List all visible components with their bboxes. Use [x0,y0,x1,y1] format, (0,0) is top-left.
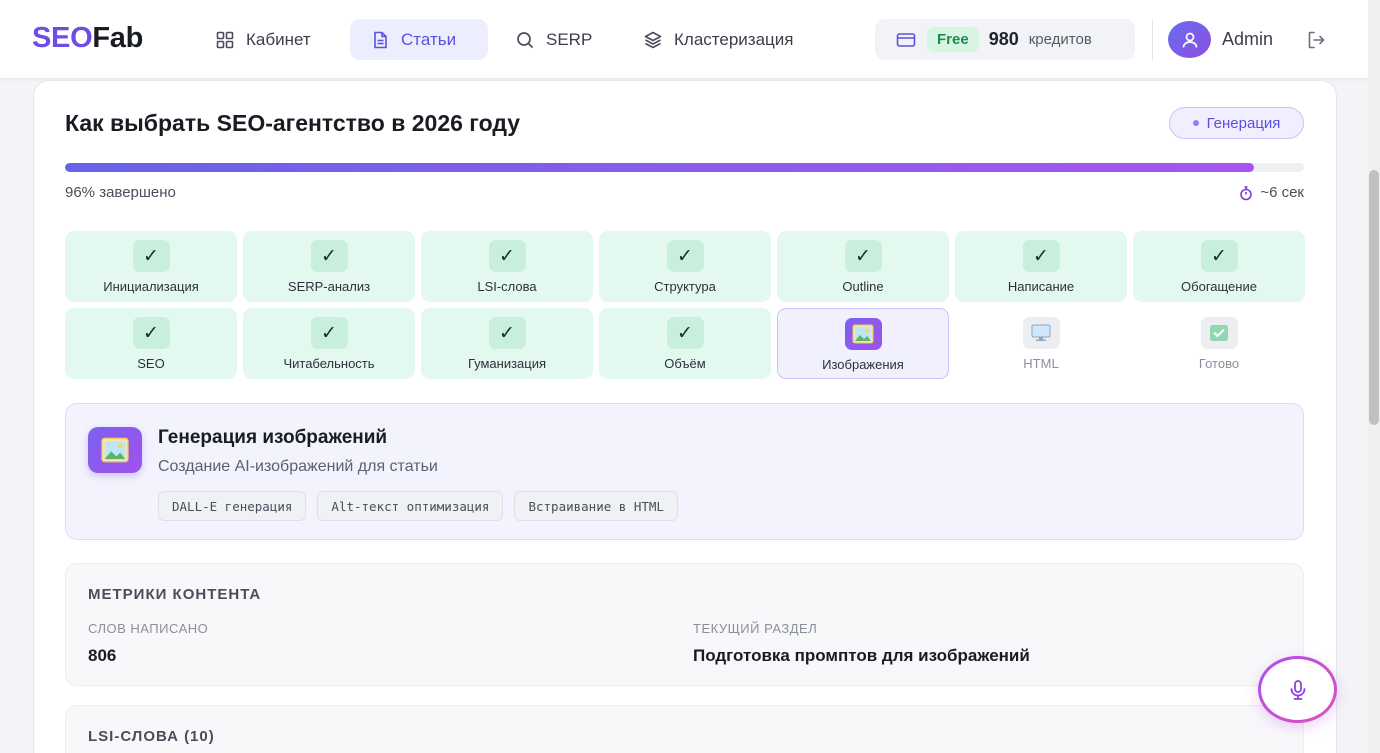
lsi-heading: LSI-СЛОВА (10) [88,728,215,745]
status-badge-label: Генерация [1206,114,1281,132]
step-item: ✓ Обогащение [1133,231,1305,302]
progress-label: 96% завершено [65,184,176,201]
step-item: ✓ Инициализация [65,231,237,302]
step-item: ✓ LSI-слова [421,231,593,302]
check-icon: ✓ [844,240,882,272]
check-icon: ✓ [1200,240,1238,272]
user-icon [1182,32,1197,48]
step-item: ✓ Объём [599,308,771,379]
check-icon: ✓ [1022,240,1060,272]
scrollbar-thumb[interactable] [1369,170,1379,425]
stage-title: Генерация изображений [158,427,388,448]
grid-icon [216,31,234,48]
step-label: SERP-анализ [287,279,371,294]
metrics-heading: МЕТРИКИ КОНТЕНТА [88,586,262,603]
plan-badge: Free [927,27,979,52]
step-label: Структура [654,279,716,294]
nav-item-label: Кабинет [246,29,311,49]
progress-bar [65,163,1304,172]
top-navigation-bar: SEOFab Кабинет Статьи SERP Кластеризация… [0,0,1368,79]
current-section-value: Подготовка промптов для изображений [693,646,1030,665]
monitor-icon [1022,317,1060,349]
image-icon [88,427,142,473]
step-item: ✓ Структура [599,231,771,302]
eta-indicator: ~6 сек [1238,184,1304,201]
credit-card-icon [896,32,916,47]
progress-bar-fill [65,163,1255,172]
step-item: ✓ Написание [955,231,1127,302]
step-label: Написание [1007,279,1075,294]
step-label: Гуманизация [467,356,547,371]
step-label: LSI-слова [477,279,537,294]
step-item: ✓ Гуманизация [421,308,593,379]
pipeline-steps: ✓ Инициализация ✓ SERP-анализ ✓ LSI-слова ✓… [65,231,1305,379]
app-logo[interactable]: SEOFab [32,22,143,55]
page-title: Как выбрать SEO-агентство в 2026 году [65,110,520,136]
check-icon: ✓ [666,240,704,272]
nav-item-dashboard[interactable]: Кабинет [195,19,331,60]
step-item: ✓ SERP-анализ [243,231,415,302]
step-label: Изображения [822,357,904,372]
layers-icon [644,31,662,48]
step-label: Outline [842,279,884,294]
stage-tag: DALL-E генерация [158,491,307,521]
check-icon: ✓ [132,240,170,272]
check-box-icon [1200,317,1238,349]
voice-input-button[interactable] [1258,656,1337,723]
current-stage-panel: Генерация изображений Создание AI-изобра… [65,403,1304,540]
nav-item-articles[interactable]: Статьи [350,19,488,60]
stage-tag: Alt-текст оптимизация [317,491,504,521]
eta-label: ~6 сек [1260,184,1304,201]
check-icon: ✓ [132,317,170,349]
current-section-label: ТЕКУЩИЙ РАЗДЕЛ [693,621,818,636]
step-label: Читабельность [283,356,375,371]
credits-amount: 980 [988,29,1019,49]
logout-icon[interactable] [1305,29,1327,51]
document-icon [374,31,387,48]
check-icon: ✓ [666,317,704,349]
user-name[interactable]: Admin [1222,29,1273,50]
status-badge: Генерация [1169,107,1304,139]
words-written-label: СЛОВ НАПИСАНО [88,621,209,636]
step-item-active: Изображения [777,308,949,379]
step-item: ✓ Outline [777,231,949,302]
step-label: HTML [1023,356,1059,371]
step-item: ✓ SEO [65,308,237,379]
step-item-pending: HTML [955,308,1127,379]
lsi-words-panel: LSI-СЛОВА (10) [65,705,1304,753]
stage-subtitle: Создание AI-изображений для статьи [158,458,438,475]
avatar[interactable] [1168,21,1211,58]
check-icon: ✓ [488,240,526,272]
stopwatch-icon [1240,185,1253,200]
nav-item-label: Статьи [401,29,457,49]
nav-item-serp[interactable]: SERP [495,19,612,60]
step-item: ✓ Читабельность [243,308,415,379]
stage-tags: DALL-E генерация Alt-текст оптимизация В… [158,491,678,521]
credits-balance[interactable]: Free 980 кредитов [875,19,1135,60]
step-label: Готово [1198,356,1240,371]
status-dot [1192,120,1199,126]
nav-item-label: Кластеризация [674,29,794,49]
step-label: Обогащение [1181,279,1257,294]
check-icon: ✓ [310,317,348,349]
header-divider [1152,20,1153,60]
microphone-icon [1290,679,1305,700]
step-label: SEO [137,356,165,371]
content-metrics-panel: МЕТРИКИ КОНТЕНТА СЛОВ НАПИСАНО 806 ТЕКУЩ… [65,563,1304,686]
step-label: Инициализация [103,279,199,294]
check-icon: ✓ [310,240,348,272]
step-label: Объём [664,356,706,371]
nav-item-clustering[interactable]: Кластеризация [623,19,813,60]
image-icon [844,318,882,350]
words-written-value: 806 [88,646,117,665]
search-icon [517,31,534,48]
credits-unit: кредитов [1028,31,1092,48]
nav-item-label: SERP [546,29,593,49]
step-item-pending: Готово [1133,308,1305,379]
check-icon: ✓ [488,317,526,349]
stage-tag: Встраивание в HTML [514,491,678,521]
